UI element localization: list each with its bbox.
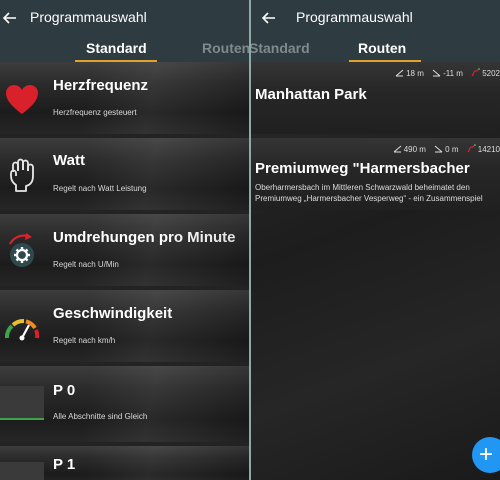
ascent-icon [395, 69, 404, 77]
heart-icon [2, 80, 42, 120]
fist-icon [2, 154, 42, 194]
standard-pane: Programmauswahl Standard Routen Herzfreq… [0, 0, 249, 480]
speedometer-icon [2, 312, 42, 352]
descent-icon [434, 145, 443, 153]
program-title: Herzfrequenz [53, 77, 149, 94]
distance-icon [471, 68, 481, 77]
route-description: Oberharmersbach im Mittleren Schwarzwald… [255, 183, 483, 203]
program-item-p1[interactable]: P 1 [0, 446, 249, 480]
add-route-button[interactable]: + [472, 437, 500, 473]
route-title: Manhattan Park [255, 86, 367, 103]
descent-stat: -11 m [432, 69, 463, 78]
tab-standard[interactable]: Standard [251, 40, 310, 56]
program-title: Geschwindigkeit [53, 305, 173, 322]
program-item-geschwindigkeit[interactable]: Geschwindigkeit Regelt nach km/h [0, 290, 249, 362]
tab-bar: Standard Routen [0, 36, 249, 62]
program-subtitle: Regelt nach Watt Leistung [53, 184, 147, 193]
descent-icon [432, 69, 441, 77]
program-title: P 1 [53, 456, 76, 473]
tab-bar: Standard Routen [251, 36, 500, 62]
route-stats: 490 m 0 m 14210 [387, 144, 500, 154]
profile-thumbnail [0, 386, 44, 420]
program-title: P 0 [53, 382, 76, 399]
distance-icon [467, 144, 476, 153]
back-arrow-icon[interactable] [0, 8, 20, 28]
route-item-manhattan-park[interactable]: 18 m -11 m 5202 Manhattan Park [251, 62, 500, 134]
distance-stat: 5202 [471, 68, 500, 78]
route-stats: 18 m -11 m 5202 [389, 68, 500, 78]
rpm-gear-icon [2, 232, 42, 272]
routen-pane: Programmauswahl Standard Routen 18 m -11… [251, 0, 500, 480]
profile-line [0, 418, 44, 420]
profile-thumbnail [0, 462, 44, 480]
page-title: Programmauswahl [30, 9, 147, 25]
program-subtitle: Herzfrequenz gesteuert [53, 108, 137, 117]
program-subtitle: Regelt nach U/Min [53, 260, 119, 269]
ascent-stat: 490 m [393, 145, 426, 154]
tab-standard[interactable]: Standard [86, 40, 147, 56]
app-bar: Programmauswahl [0, 0, 249, 36]
program-item-umdrehungen[interactable]: Umdrehungen pro Minute Regelt nach U/Min [0, 214, 249, 286]
program-subtitle: Regelt nach km/h [53, 336, 116, 345]
distance-stat: 14210 [467, 144, 500, 154]
back-arrow-icon[interactable] [259, 8, 279, 28]
program-title: Watt [53, 152, 85, 169]
ascent-icon [393, 145, 402, 153]
program-item-p0[interactable]: P 0 Alle Abschnitte sind Gleich [0, 366, 249, 442]
program-item-herzfrequenz[interactable]: Herzfrequenz Herzfrequenz gesteuert [0, 62, 249, 134]
descent-stat: 0 m [434, 145, 459, 154]
ascent-stat: 18 m [395, 69, 424, 78]
app-bar: Programmauswahl [251, 0, 500, 36]
route-title: Premiumweg "Harmersbacher [255, 160, 470, 177]
tab-routen[interactable]: Routen [202, 40, 249, 56]
page-title: Programmauswahl [296, 9, 413, 25]
program-subtitle: Alle Abschnitte sind Gleich [53, 412, 148, 421]
program-item-watt[interactable]: Watt Regelt nach Watt Leistung [0, 138, 249, 210]
tab-routen[interactable]: Routen [358, 40, 406, 56]
route-item-premiumweg[interactable]: 490 m 0 m 14210 Premiumweg "Harmersbache… [251, 138, 500, 210]
program-title: Umdrehungen pro Minute [53, 229, 236, 246]
